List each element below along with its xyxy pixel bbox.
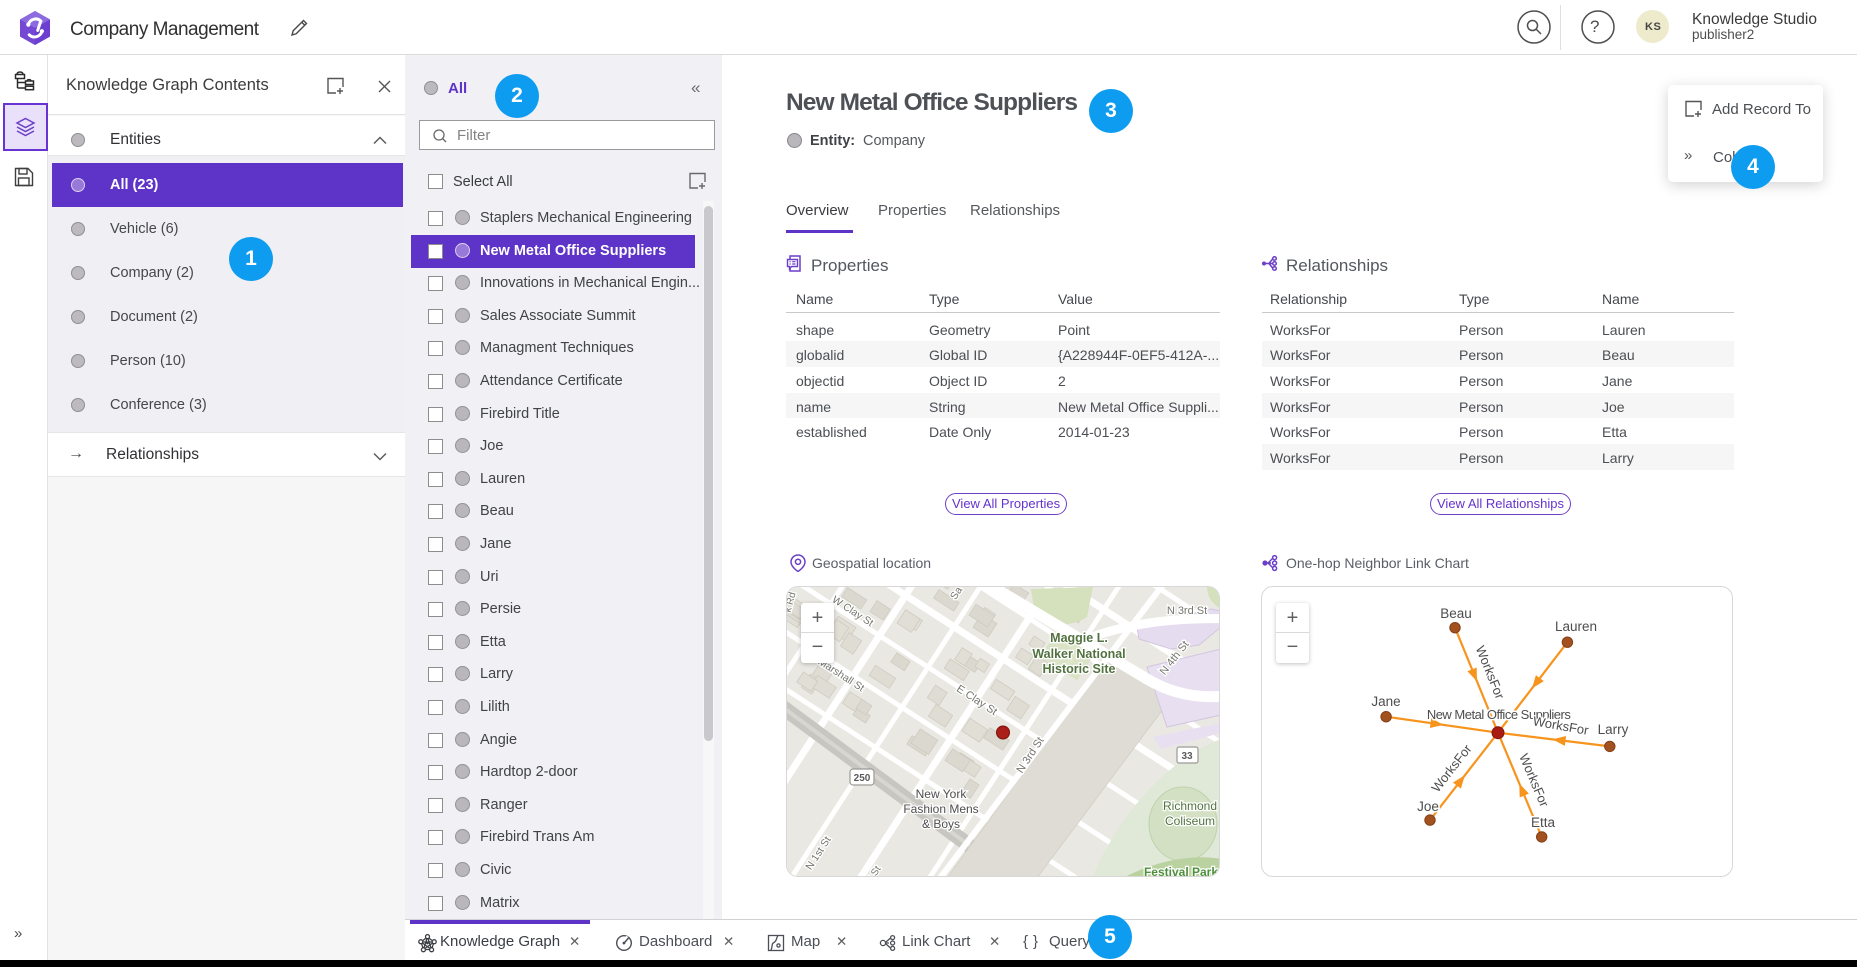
svg-text:Maggie L.: Maggie L. (1050, 631, 1108, 645)
svg-text:33: 33 (1181, 751, 1193, 762)
svg-text:Beau: Beau (1440, 606, 1472, 621)
svg-text:Jane: Jane (1371, 694, 1400, 709)
svg-text:& Boys: & Boys (922, 817, 960, 831)
svg-text:Coliseum: Coliseum (1165, 814, 1215, 828)
svg-text:WorksFor: WorksFor (1473, 643, 1508, 701)
svg-text:Richmond: Richmond (1163, 799, 1217, 813)
svg-text:New York: New York (916, 787, 968, 801)
svg-text:Lauren: Lauren (1555, 619, 1597, 634)
svg-text:250: 250 (854, 773, 871, 784)
svg-text:Larry: Larry (1598, 722, 1629, 737)
svg-text:Fashion Mens: Fashion Mens (903, 802, 978, 816)
svg-text:N 3rd St: N 3rd St (1167, 605, 1207, 617)
svg-text:Historic Site: Historic Site (1043, 662, 1116, 676)
svg-text:Joe: Joe (1417, 799, 1439, 814)
svg-text:Festival Park: Festival Park (1144, 865, 1218, 877)
svg-text:Etta: Etta (1531, 815, 1556, 830)
svg-text:Walker National: Walker National (1032, 647, 1125, 661)
svg-text:WorksFor: WorksFor (1428, 741, 1475, 795)
svg-text:WorksFor: WorksFor (1516, 751, 1552, 809)
